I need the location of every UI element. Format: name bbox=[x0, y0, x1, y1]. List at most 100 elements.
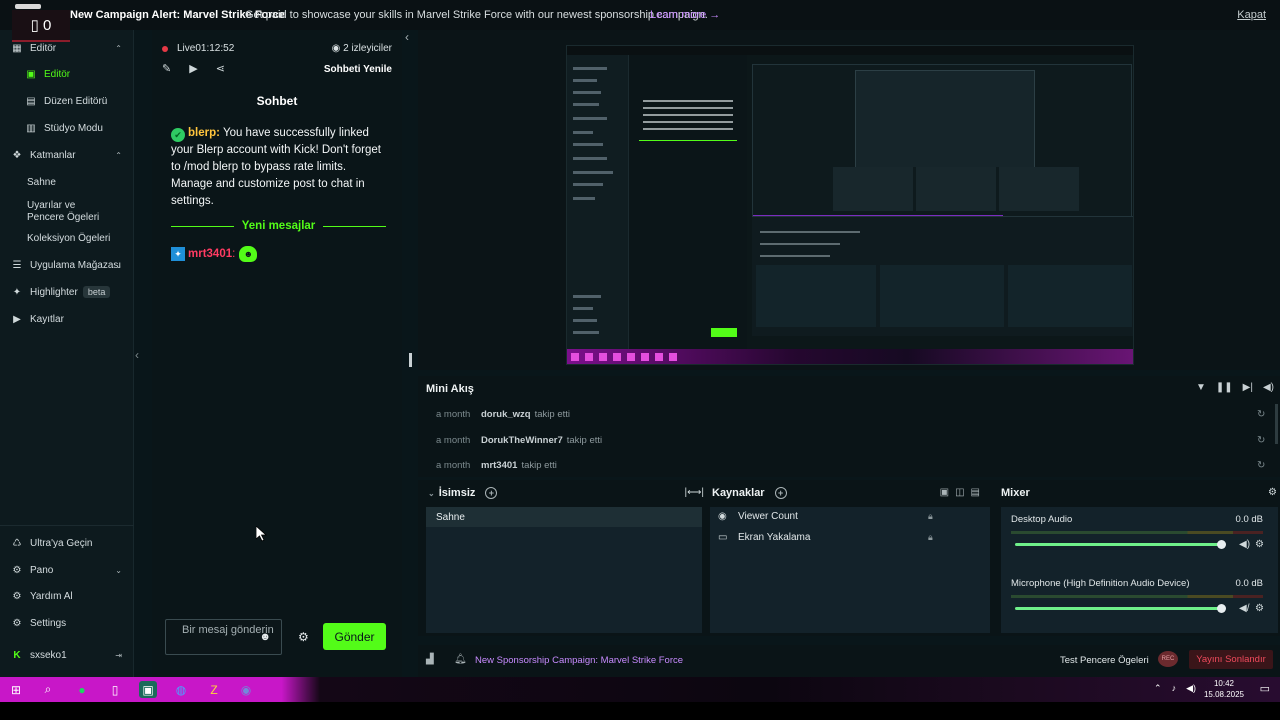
nav-dashboard[interactable]: ⚙ Pano ⌄ bbox=[0, 560, 134, 580]
streamlabs-icon[interactable]: ▣ bbox=[139, 681, 157, 698]
discord-icon[interactable]: ◉ bbox=[237, 681, 255, 698]
collapse-chat-icon[interactable]: ‹ bbox=[405, 30, 409, 44]
source-item[interactable]: ◉ Viewer Count 🔒︎ bbox=[718, 511, 933, 522]
chat-username[interactable]: blerp: bbox=[188, 127, 220, 139]
skip-icon[interactable]: ▶| bbox=[1243, 382, 1253, 393]
feed-user[interactable]: DorukTheWinner7 bbox=[481, 435, 563, 446]
windows-start-icon[interactable]: ⊞ bbox=[7, 681, 25, 698]
send-button[interactable]: Gönder bbox=[323, 623, 386, 650]
volume-meter bbox=[1011, 531, 1263, 534]
scene-list: Sahne bbox=[426, 507, 702, 633]
add-scene-icon[interactable]: + bbox=[485, 487, 498, 499]
mini-feed-scrollbar[interactable] bbox=[1275, 404, 1278, 444]
browser-icon[interactable]: ◍ bbox=[172, 681, 190, 698]
nav-highlighter[interactable]: ✦ Highlighter beta bbox=[0, 282, 134, 302]
game-icon[interactable]: Z bbox=[205, 681, 223, 698]
nav-account[interactable]: Ksxseko1 ⇥ bbox=[0, 645, 134, 665]
add-source-icon[interactable]: + bbox=[774, 487, 787, 499]
nav-alerts-widgets[interactable]: Uyarılar ve Pencere Ögeleri bbox=[0, 198, 110, 226]
banner-close-link[interactable]: Kapat bbox=[1237, 9, 1266, 21]
chat-colon: : bbox=[232, 248, 236, 260]
camera-icon[interactable]: ▶ bbox=[189, 62, 197, 75]
nav-layers-group[interactable]: ❖ Katmanlar ⌃ bbox=[0, 145, 134, 165]
scenes-header: ⌄ İsimsiz + bbox=[428, 487, 498, 499]
notification-center-icon[interactable]: ▭ bbox=[1260, 682, 1270, 695]
chat-message-input[interactable]: Bir mesaj gönderin ☻ bbox=[165, 619, 282, 655]
notification-bell-icon[interactable]: 🔔︎ bbox=[454, 654, 467, 665]
share-icon[interactable]: ⋖ bbox=[216, 62, 225, 75]
collapse-sidebar-icon[interactable]: ‹ bbox=[135, 348, 139, 362]
nav-label: Yardım Al bbox=[30, 590, 73, 602]
nav-studio-mode[interactable]: ▥ Stüdyo Modu bbox=[0, 118, 134, 138]
monitor-icon[interactable]: ▭ bbox=[718, 532, 732, 543]
volume-icon[interactable]: ◀) bbox=[1263, 382, 1274, 393]
system-clock[interactable]: 10:42 15.08.2025 bbox=[1204, 678, 1244, 700]
volume-meter bbox=[1011, 595, 1263, 598]
nav-app-store[interactable]: ☰ Uygulama Mağazası ⌄ bbox=[0, 255, 134, 275]
replay-icon[interactable]: ↻ bbox=[1257, 435, 1265, 446]
record-button[interactable]: REC bbox=[1158, 651, 1178, 667]
source-item[interactable]: ▭ Ekran Yakalama 🔒︎ bbox=[718, 532, 933, 543]
replay-icon[interactable]: ↻ bbox=[1257, 409, 1265, 420]
source-toolbar-icons[interactable]: ▣◫▤ bbox=[940, 487, 986, 498]
highlighter-icon: ✦ bbox=[12, 286, 22, 298]
spotify-icon[interactable]: ● bbox=[73, 681, 91, 698]
scene-collection-title[interactable]: İsimsiz bbox=[439, 487, 476, 499]
volume-slider[interactable] bbox=[1015, 607, 1221, 610]
nav-collection-items[interactable]: Koleksiyon Ögeleri bbox=[0, 228, 134, 248]
replay-icon[interactable]: ↻ bbox=[1257, 460, 1265, 471]
volume-slider-handle[interactable] bbox=[1217, 540, 1226, 549]
gear-icon[interactable]: ⚙ bbox=[1255, 603, 1264, 614]
clock-date: 15.08.2025 bbox=[1203, 690, 1244, 699]
filter-icon[interactable]: ▼ bbox=[1196, 382, 1206, 393]
scene-item[interactable]: Sahne bbox=[426, 507, 702, 527]
nav-get-help[interactable]: ⚙ Yardım Al bbox=[0, 586, 134, 606]
mixer-channels: Desktop Audio 0.0 dB ◀) ⚙ Microphone (High … bbox=[1001, 507, 1278, 633]
edit-icon[interactable]: ✎ bbox=[162, 62, 171, 75]
refresh-chat-button[interactable]: Sohbeti Yenile bbox=[324, 64, 392, 75]
lock-icon[interactable]: 🔒︎ bbox=[928, 511, 933, 522]
volume-slider[interactable] bbox=[1015, 543, 1221, 546]
muted-icon[interactable]: ◀/ bbox=[1239, 603, 1249, 614]
file-icon[interactable]: ▯ bbox=[106, 681, 124, 698]
mini-feed-row: a month doruk_wzq takip etti ↻ bbox=[436, 409, 1265, 420]
stats-icon[interactable]: ▟ bbox=[426, 654, 434, 665]
sponsorship-link[interactable]: New Sponsorship Campaign: Marvel Strike … bbox=[475, 655, 683, 666]
logout-icon[interactable]: ⇥ bbox=[115, 651, 122, 660]
resize-handle[interactable] bbox=[409, 353, 412, 367]
search-icon[interactable]: ⌕ bbox=[39, 681, 57, 698]
emoji-icon[interactable]: ☻ bbox=[259, 631, 271, 644]
tray-up-icon[interactable]: ⌃ bbox=[1154, 683, 1162, 694]
mixer-title: Mixer bbox=[1001, 487, 1030, 499]
nav-recordings[interactable]: ▶ Kayıtlar bbox=[0, 309, 134, 329]
mixer-settings-icon[interactable]: ⚙ bbox=[1268, 487, 1277, 498]
pause-icon[interactable]: ❚❚ bbox=[1216, 382, 1233, 393]
eye-icon[interactable]: ◉ bbox=[718, 511, 732, 522]
notification-counter[interactable]: ▯ 0 bbox=[12, 10, 70, 42]
chat-username[interactable]: mrt3401 bbox=[188, 248, 232, 260]
end-stream-button[interactable]: Yayını Sonlandır bbox=[1189, 650, 1273, 669]
nav-ultra[interactable]: ♺ Ultra'ya Geçin bbox=[0, 533, 134, 553]
channel-name: Microphone (High Definition Audio Device… bbox=[1011, 578, 1190, 589]
speaker-icon[interactable]: ◀) bbox=[1186, 683, 1196, 694]
mixer-channel: Desktop Audio 0.0 dB ◀) ⚙ bbox=[1011, 514, 1273, 550]
nav-scene[interactable]: Sahne bbox=[0, 172, 134, 192]
app-root: New Campaign Alert: Marvel Strike Force … bbox=[0, 0, 1280, 720]
nav-settings[interactable]: ⚙ Settings bbox=[0, 613, 134, 633]
test-widgets-button[interactable]: Test Pencere Ögeleri bbox=[1060, 655, 1149, 666]
lock-icon[interactable]: 🔒︎ bbox=[928, 532, 933, 543]
collapse-dock-icon[interactable]: |⟷| bbox=[684, 487, 704, 498]
feed-user[interactable]: mrt3401 bbox=[481, 460, 517, 471]
nav-editor[interactable]: ▣ Editör bbox=[0, 64, 134, 84]
nav-layout-editor[interactable]: ▤ Düzen Editörü bbox=[0, 91, 134, 111]
gear-icon[interactable]: ⚙ bbox=[1255, 539, 1264, 550]
feed-user[interactable]: doruk_wzq bbox=[481, 409, 531, 420]
volume-slider-handle[interactable] bbox=[1217, 604, 1226, 613]
mute-icon[interactable]: ◀) bbox=[1239, 539, 1250, 550]
mini-feed-row: a month mrt3401 takip etti ↻ bbox=[436, 460, 1265, 471]
chat-settings-icon[interactable]: ⚙ bbox=[298, 630, 309, 644]
chat-message-text: You have successfully linked your Blerp … bbox=[171, 127, 381, 207]
banner-learn-more-link[interactable]: Learn more → bbox=[650, 9, 720, 21]
microphone-icon[interactable]: ♪ bbox=[1172, 683, 1177, 694]
stream-preview[interactable] bbox=[566, 45, 1134, 365]
